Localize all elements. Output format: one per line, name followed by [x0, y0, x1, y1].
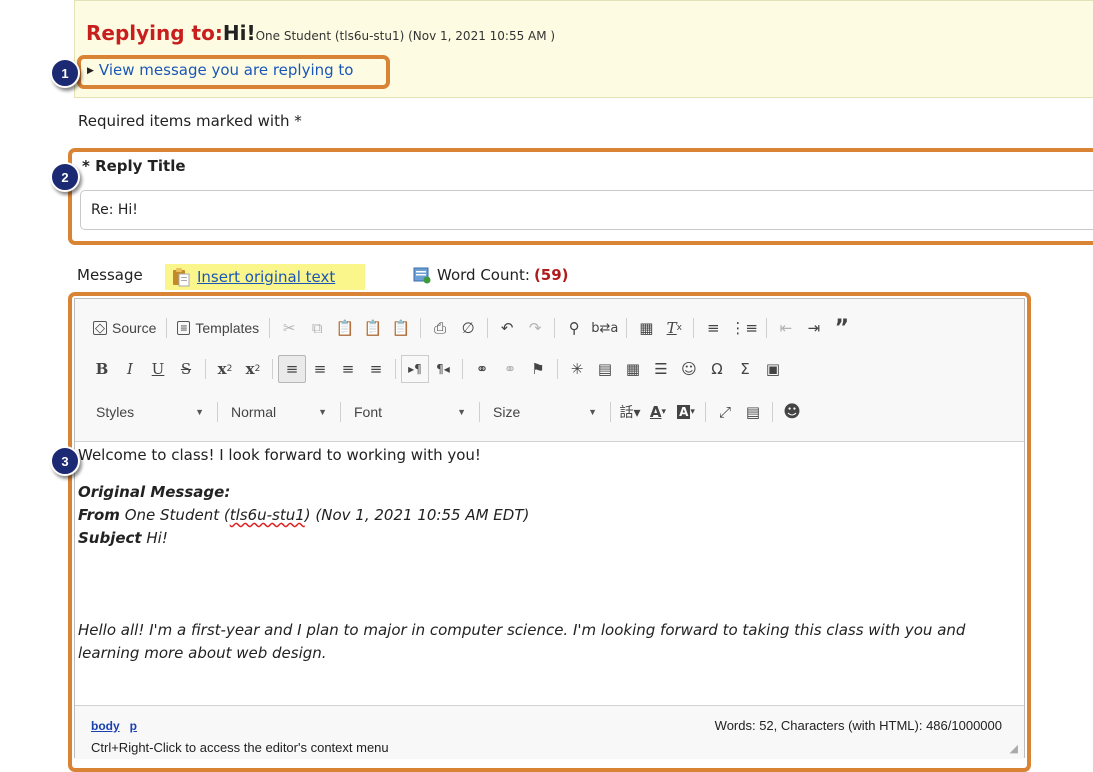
reply-prefix: Replying to:	[86, 21, 223, 45]
insert-original-text-label: Insert original text	[197, 268, 336, 286]
word-count-value: (59)	[533, 266, 569, 284]
highlight-box-view-link	[77, 55, 390, 89]
required-note: Required items marked with *	[78, 112, 302, 130]
highlight-box-editor	[68, 292, 1031, 772]
message-row: Message Insert original text Word Count:…	[77, 264, 637, 290]
message-label: Message	[77, 266, 143, 284]
callout-1: 1	[50, 58, 80, 88]
word-count-label: Word Count:	[437, 266, 530, 284]
word-count-icon	[413, 267, 431, 284]
insert-original-text-button[interactable]: Insert original text	[165, 264, 365, 290]
clipboard-paste-icon	[173, 268, 190, 287]
callout-3: 3	[50, 446, 80, 476]
reply-meta: One Student (tls6u-stu1) (Nov 1, 2021 10…	[255, 29, 556, 43]
reply-subject: Hi!	[222, 21, 256, 45]
reply-title-line: Replying to:Hi!One Student (tls6u-stu1) …	[86, 21, 555, 45]
highlight-box-reply-title	[68, 148, 1093, 245]
callout-2: 2	[50, 162, 80, 192]
word-count: Word Count: (59)	[413, 266, 569, 284]
